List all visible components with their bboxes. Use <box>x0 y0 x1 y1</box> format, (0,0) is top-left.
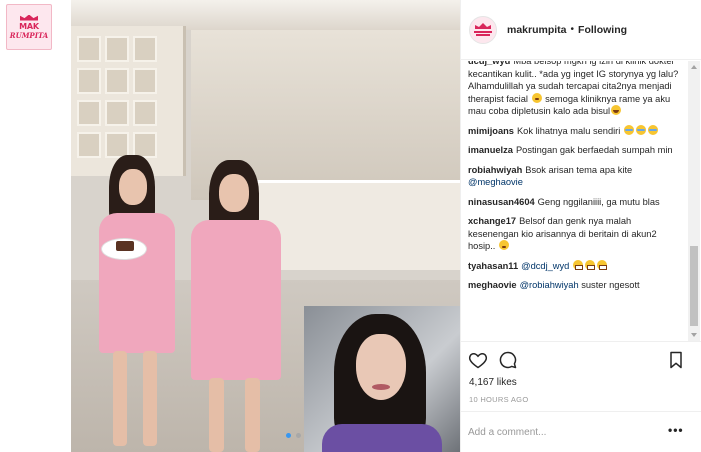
add-comment-bar: ••• <box>461 411 701 452</box>
comment-item: imanuelza Postingan gak berfaedah sumpah … <box>468 144 680 157</box>
comment-text: Geng nggilaniiii, ga mutu blas <box>537 196 660 207</box>
grimace-emoji-icon <box>596 259 607 270</box>
inset-portrait-photo <box>304 306 460 452</box>
post-side-panel: makrumpita • Following dcdj_wyd Mba belso… <box>460 0 701 452</box>
comment-item: ninasusan4604 Geng nggilaniiii, ga mutu b… <box>468 196 680 209</box>
header-separator: • <box>570 24 575 35</box>
more-options-icon[interactable]: ••• <box>668 424 688 439</box>
laugh-emoji-icon <box>611 105 622 115</box>
comments-scrollbar[interactable] <box>688 61 700 341</box>
following-button[interactable]: Following <box>578 24 627 36</box>
comment-item: dcdj_wyd Mba belsop mgkn ig izin di klini… <box>468 61 680 118</box>
heart-icon[interactable] <box>468 350 488 370</box>
comment-mention-link[interactable]: @robiahwiyah <box>520 280 579 290</box>
brand-logo-line1: MAK <box>19 21 39 31</box>
comment-username[interactable]: dcdj_wyd <box>468 61 510 66</box>
dizzy-emoji-icon <box>498 240 509 250</box>
video-scene-shelf <box>71 26 186 176</box>
comment-text: Kok lihatnya malu sendiri <box>516 125 623 136</box>
comment-text <box>569 261 572 271</box>
comment-item: tyahasan11 @dcdj_wyd <box>468 259 680 273</box>
comment-text: suster ngesott <box>578 280 640 290</box>
scroll-down-icon[interactable] <box>691 333 697 337</box>
instagram-post-page: MAK RUMPITA makrumpita • Following dcdj_… <box>0 0 701 452</box>
video-cake <box>101 238 147 260</box>
carousel-dot-active[interactable] <box>286 433 291 438</box>
sweat-emoji-icon <box>623 124 634 135</box>
comment-item: meghaovie @robiahwiyah suster ngesott <box>468 279 680 292</box>
blush-emoji-icon <box>531 92 542 103</box>
comment-username[interactable]: ninasusan4604 <box>468 197 535 207</box>
carousel-dot[interactable] <box>296 433 301 438</box>
comments-list[interactable]: dcdj_wyd Mba belsop mgkn ig izin di klini… <box>461 61 689 341</box>
comment-text: Bsok arisan tema apa kite <box>525 164 633 175</box>
brand-logo-line2: RUMPITA <box>9 30 49 40</box>
avatar[interactable] <box>469 15 497 44</box>
post-author-username[interactable]: makrumpita <box>507 24 567 36</box>
sweat-emoji-icon <box>635 124 646 135</box>
scrollbar-thumb[interactable] <box>690 246 698 326</box>
grimace-emoji-icon <box>572 259 583 270</box>
post-header: makrumpita • Following <box>461 0 701 60</box>
add-comment-input[interactable] <box>468 423 658 441</box>
avatar-logo-icon <box>474 22 492 36</box>
post-timestamp[interactable]: 10 HOURS AGO <box>469 395 528 404</box>
comment-username[interactable]: mimijoans <box>468 126 514 136</box>
comment-item: mimijoans Kok lihatnya malu sendiri <box>468 124 680 138</box>
bookmark-icon[interactable] <box>666 350 686 370</box>
grimace-emoji-icon <box>584 259 595 270</box>
comment-mention-link[interactable]: @dcdj_wyd <box>521 261 569 271</box>
like-count[interactable]: 4,167 likes <box>469 377 517 388</box>
brand-logo: MAK RUMPITA <box>6 4 52 50</box>
comment-username[interactable]: meghaovie <box>468 280 517 290</box>
comment-item: robiahwiyah Bsok arisan tema apa kite @me… <box>468 164 680 189</box>
comment-item: xchange17 Belsof dan genk nya malah kesen… <box>468 215 680 253</box>
comment-icon[interactable] <box>498 350 518 370</box>
comments-scroll-content: dcdj_wyd Mba belsop mgkn ig izin di klini… <box>468 61 680 299</box>
video-person-left <box>91 155 191 452</box>
carousel-dots[interactable] <box>286 433 301 438</box>
comment-username[interactable]: xchange17 <box>468 216 516 226</box>
comment-text: Postingan gak berfaedah sumpah min <box>515 145 673 155</box>
comment-username[interactable]: imanuelza <box>468 145 513 155</box>
comment-username[interactable]: robiahwiyah <box>468 165 522 175</box>
scroll-up-icon[interactable] <box>691 65 697 69</box>
post-actions: 4,167 likes 10 HOURS AGO <box>461 341 701 411</box>
video-person-right <box>183 160 293 452</box>
comment-mention-link[interactable]: @meghaovie <box>468 177 523 187</box>
sweat-emoji-icon <box>647 124 658 135</box>
comment-username[interactable]: tyahasan11 <box>468 261 518 271</box>
crown-icon <box>20 14 38 21</box>
